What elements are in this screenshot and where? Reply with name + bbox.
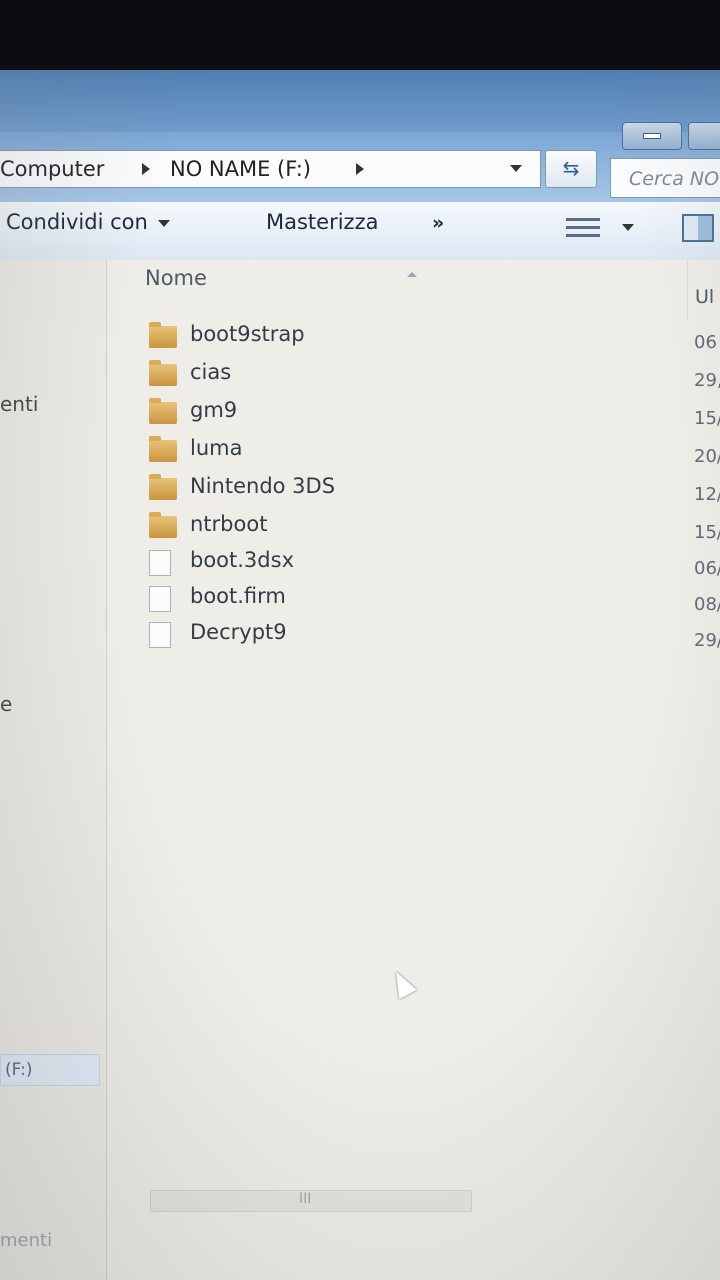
maximize-button[interactable]	[688, 122, 720, 150]
file-icon	[149, 622, 171, 648]
file-icon	[149, 586, 171, 612]
folder-icon	[149, 398, 177, 424]
title-bar	[0, 70, 720, 132]
file-icon	[149, 550, 171, 576]
folder-icon	[149, 322, 177, 348]
folder-icon	[149, 474, 177, 500]
list-item[interactable]: Nintendo 3DS 12/	[149, 474, 720, 508]
list-item[interactable]: gm9 15/	[149, 398, 720, 432]
burn-button[interactable]: Masterizza	[266, 210, 378, 234]
breadcrumb-computer[interactable]: Computer	[0, 157, 104, 181]
minimize-icon	[643, 133, 661, 139]
chevron-down-icon[interactable]	[622, 224, 634, 231]
breadcrumb-arrow-icon[interactable]	[142, 163, 150, 175]
address-bar[interactable]: Computer NO NAME (F:)	[0, 150, 541, 188]
search-input[interactable]: Cerca NO	[610, 158, 720, 198]
list-item[interactable]: ntrboot 15/(	[149, 512, 720, 546]
refresh-icon: ⇆	[562, 156, 580, 180]
file-list: Nome Ul boot9strap 06 cias 29, gm9 15/luma 20/…	[107, 260, 720, 1280]
file-date: 12/	[694, 484, 720, 505]
explorer-window: Computer NO NAME (F:) ⇆ Cerca NO Condivi…	[0, 70, 720, 1280]
file-name: boot9strap	[190, 322, 305, 346]
file-name: ntrboot	[190, 512, 268, 536]
view-options-icon[interactable]	[566, 216, 600, 240]
file-name: cias	[190, 360, 232, 384]
navigation-pane: enti e (F:)	[0, 260, 107, 1280]
list-item[interactable]: cias 29,	[149, 360, 720, 394]
command-bar: Condividi con Masterizza »	[0, 202, 720, 261]
file-name: Decrypt9	[190, 620, 287, 644]
status-bar-text: menti	[0, 1230, 53, 1251]
file-date: 08/0	[694, 594, 720, 615]
file-date: 29,	[694, 370, 720, 391]
column-header-date[interactable]: Ul	[695, 286, 714, 308]
file-date: 15/	[694, 408, 720, 429]
more-commands-button[interactable]: »	[432, 212, 444, 234]
list-item[interactable]: Decrypt9 29/0	[149, 620, 720, 654]
horizontal-scrollbar[interactable]: III	[150, 1190, 472, 1212]
file-name: gm9	[190, 398, 238, 422]
preview-pane-icon[interactable]	[682, 214, 714, 242]
scroll-grip[interactable]: III	[299, 1191, 311, 1207]
folder-icon	[149, 436, 177, 462]
cursor-icon	[387, 966, 417, 1000]
breadcrumb-arrow-icon[interactable]	[356, 163, 364, 175]
list-item[interactable]: boot.3dsx 06/0	[149, 548, 720, 582]
nav-item[interactable]: e	[0, 692, 12, 716]
minimize-button[interactable]	[622, 122, 682, 150]
share-with-button[interactable]: Condividi con	[6, 210, 170, 234]
refresh-button[interactable]: ⇆	[545, 150, 597, 188]
breadcrumb-drive[interactable]: NO NAME (F:)	[170, 157, 311, 181]
column-divider[interactable]	[687, 260, 688, 320]
address-dropdown-icon[interactable]	[510, 165, 522, 172]
list-item[interactable]: boot.firm 08/0	[149, 584, 720, 618]
file-name: luma	[190, 436, 243, 460]
file-name: boot.firm	[190, 584, 286, 608]
nav-item[interactable]: enti	[0, 392, 38, 416]
list-item[interactable]: luma 20/	[149, 436, 720, 470]
file-date: 29/0	[694, 630, 720, 651]
file-date: 15/(	[694, 522, 720, 543]
file-name: Nintendo 3DS	[190, 474, 336, 498]
list-item[interactable]: boot9strap 06	[149, 322, 719, 356]
chevron-down-icon	[157, 219, 170, 227]
nav-item-drive[interactable]: (F:)	[0, 1054, 100, 1086]
sort-arrow-icon	[407, 272, 417, 277]
file-date: 06/0	[694, 558, 720, 579]
column-header-name[interactable]: Nome	[145, 266, 207, 290]
file-date: 06	[694, 332, 717, 353]
folder-icon	[149, 360, 177, 386]
share-with-label: Condividi con	[6, 210, 148, 234]
file-name: boot.3dsx	[190, 548, 294, 572]
file-date: 20/	[694, 446, 720, 467]
folder-icon	[149, 512, 177, 538]
